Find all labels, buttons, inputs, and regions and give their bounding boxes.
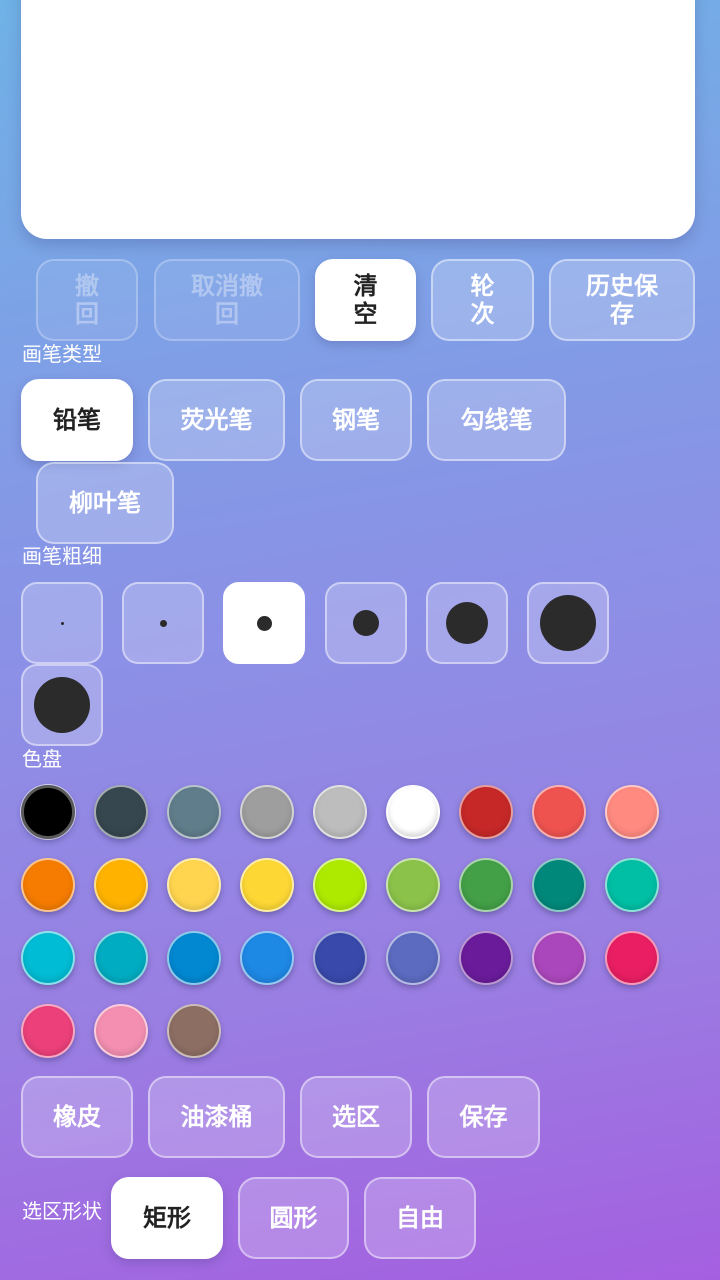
color-swatch[interactable] [167,785,221,839]
brush-size-dot [353,610,379,636]
color-swatch[interactable] [94,858,148,912]
color-swatch[interactable] [386,931,440,985]
clear-button[interactable]: 清 空 [315,259,416,341]
color-swatch[interactable] [605,785,659,839]
shape-circle-button[interactable]: 圆形 [238,1177,349,1259]
color-swatch[interactable] [21,1004,75,1058]
brush-type-label: 画笔类型 [22,342,102,366]
selection-shape-label: 选区形状 [22,1199,102,1223]
shape-freeform-button[interactable]: 自由 [364,1177,476,1259]
brush-size-dot [159,619,167,627]
brush-size-button[interactable] [21,664,103,746]
brush-size-dot [256,615,272,631]
color-swatch[interactable] [167,858,221,912]
save-button[interactable]: 保存 [427,1076,540,1158]
color-swatch[interactable] [240,858,294,912]
color-swatch[interactable] [532,858,586,912]
color-swatch[interactable] [240,931,294,985]
color-swatch[interactable] [605,931,659,985]
brush-size-button[interactable] [325,582,407,664]
brush-highlighter-button[interactable]: 荧光笔 [148,379,285,461]
color-swatch[interactable] [532,931,586,985]
color-swatch[interactable] [94,785,148,839]
color-swatch[interactable] [386,785,440,839]
color-swatch[interactable] [21,858,75,912]
color-swatch[interactable] [240,785,294,839]
color-swatch[interactable] [167,1004,221,1058]
brush-pen-button[interactable]: 钢笔 [300,379,412,461]
brush-size-dot [446,602,488,644]
rounds-button[interactable]: 轮 次 [431,259,534,341]
color-swatch[interactable] [386,858,440,912]
brush-size-button[interactable] [426,582,508,664]
history-save-button[interactable]: 历史保 存 [549,259,695,341]
color-swatch[interactable] [94,931,148,985]
brush-size-label: 画笔粗细 [22,544,102,568]
eraser-button[interactable]: 橡皮 [21,1076,133,1158]
brush-size-button[interactable] [21,582,103,664]
color-swatch[interactable] [21,785,75,839]
color-swatch[interactable] [313,858,367,912]
brush-size-button[interactable] [527,582,609,664]
redo-button[interactable]: 取消撤 回 [154,259,300,341]
brush-pencil-button[interactable]: 铅笔 [21,379,133,461]
color-swatch[interactable] [313,931,367,985]
paint-bucket-button[interactable]: 油漆桶 [148,1076,285,1158]
drawing-canvas[interactable] [21,0,695,239]
brush-liner-button[interactable]: 勾线笔 [427,379,566,461]
color-swatch[interactable] [532,785,586,839]
selection-button[interactable]: 选区 [300,1076,412,1158]
brush-size-dot [540,595,596,651]
color-swatch[interactable] [459,931,513,985]
color-swatch[interactable] [21,931,75,985]
color-swatch[interactable] [167,931,221,985]
color-swatch[interactable] [313,785,367,839]
brush-size-dot [34,677,90,733]
brush-size-dot [60,621,64,625]
color-swatch[interactable] [94,1004,148,1058]
brush-willow-button[interactable]: 柳叶笔 [36,462,174,544]
color-swatch[interactable] [459,785,513,839]
brush-size-button[interactable] [122,582,204,664]
shape-rectangle-button[interactable]: 矩形 [111,1177,223,1259]
brush-size-button[interactable] [223,582,305,664]
color-swatch[interactable] [605,858,659,912]
palette-label: 色盘 [22,747,62,771]
color-swatch[interactable] [459,858,513,912]
undo-button[interactable]: 撤 回 [36,259,138,341]
